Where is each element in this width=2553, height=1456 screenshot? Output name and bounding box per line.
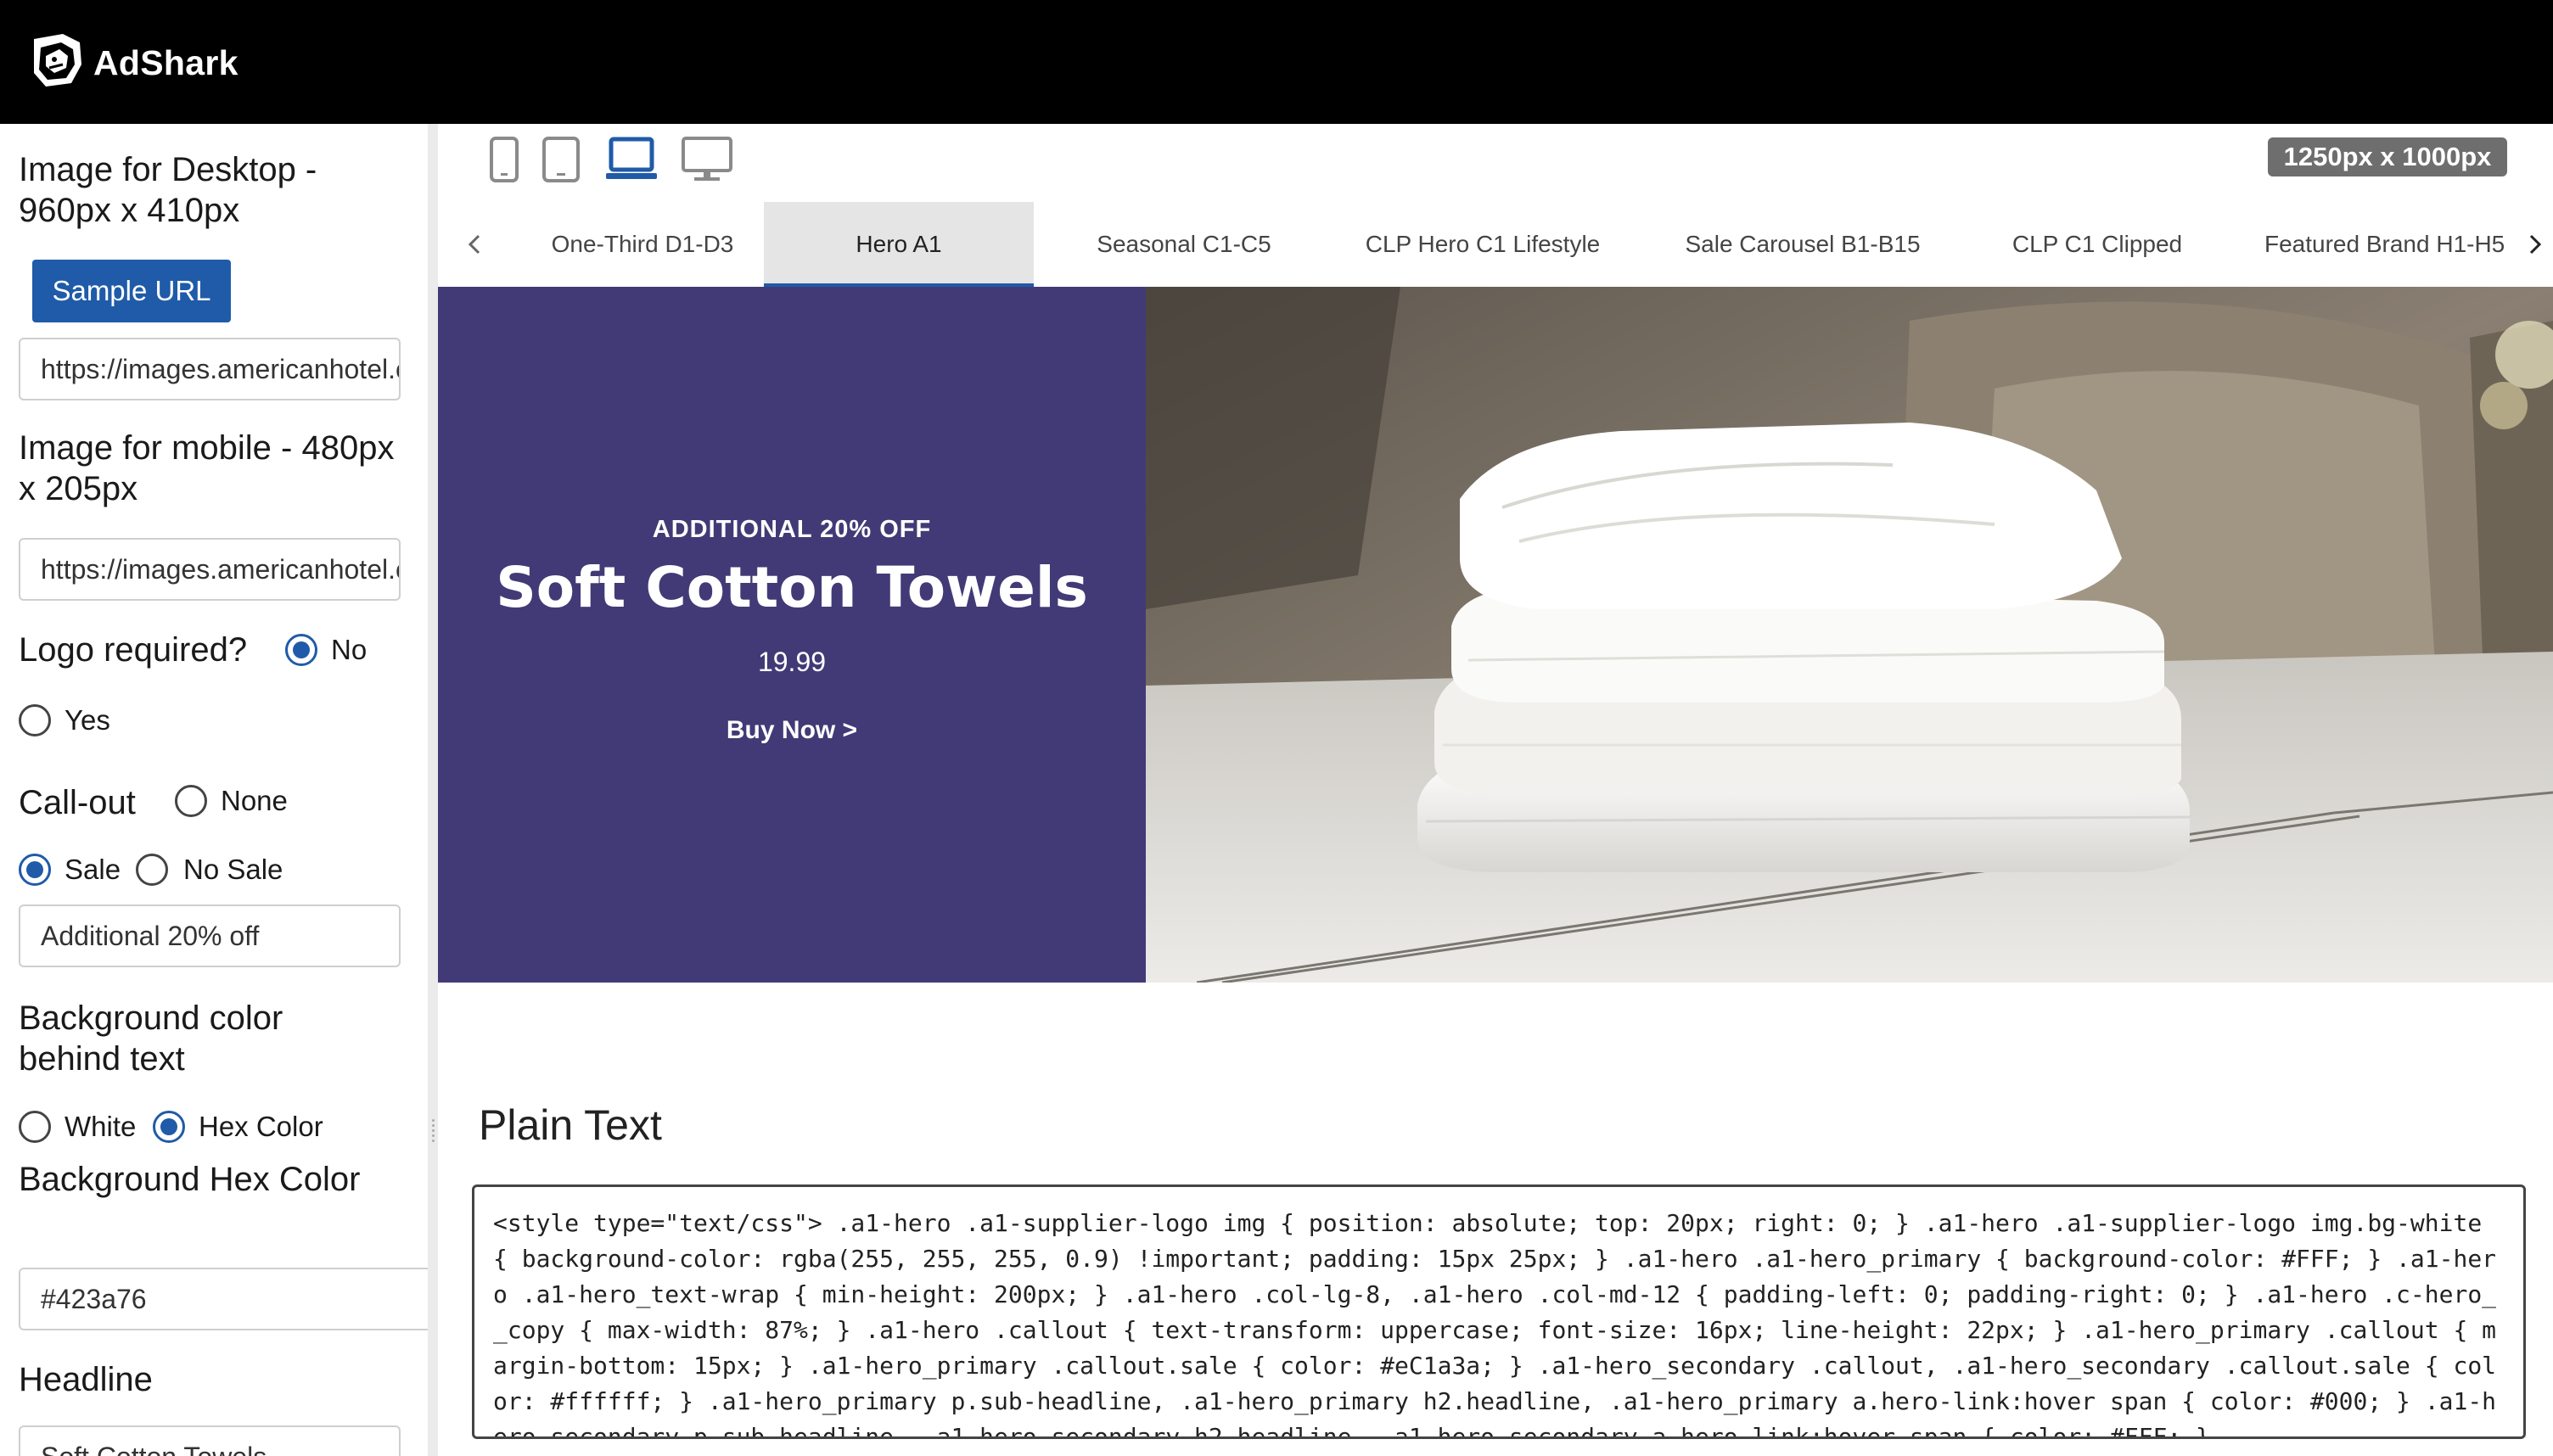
callout-label: Call-out [19, 784, 136, 821]
callout-none-label: None [221, 785, 288, 816]
headline-label: Headline [19, 1361, 153, 1398]
callout-text-input[interactable]: Additional 20% off [19, 904, 401, 967]
banner-text-panel: ADDITIONAL 20% OFF Soft Cotton Towels 19… [438, 287, 1146, 983]
bg-white-radio[interactable] [19, 1111, 51, 1143]
sample-url-button[interactable]: Sample URL [32, 260, 231, 322]
tab-one-third[interactable]: One-Third D1-D3 [519, 202, 766, 287]
tab-sale-carousel[interactable]: Sale Carousel B1-B15 [1658, 202, 1947, 287]
bg-hex-input[interactable]: #423a76 [19, 1268, 428, 1330]
resize-handle[interactable] [429, 1117, 436, 1168]
plain-text-code: <style type="text/css"> .a1-hero .a1-sup… [493, 1209, 2497, 1439]
banner-headline: Soft Cotton Towels [496, 555, 1088, 620]
banner-price: 19.99 [757, 647, 827, 677]
buy-now-link[interactable]: Buy Now > [438, 716, 1146, 745]
shark-logo-icon [34, 34, 81, 87]
hero-banner-preview: ADDITIONAL 20% OFF Soft Cotton Towels 19… [438, 287, 2553, 983]
chevron-left-icon[interactable] [458, 226, 492, 263]
bg-color-label: Background color behind text [19, 1000, 283, 1078]
bg-hex-radio[interactable] [153, 1111, 185, 1143]
banner-callout: ADDITIONAL 20% OFF [652, 516, 932, 543]
tab-clp-clipped[interactable]: CLP C1 Clipped [1974, 202, 2220, 287]
plain-text-code-box[interactable]: <style type="text/css"> .a1-hero .a1-sup… [472, 1184, 2526, 1439]
desktop-image-label: Image for Desktop - 960px x 410px [19, 151, 317, 229]
tab-seasonal[interactable]: Seasonal C1-C5 [1069, 202, 1299, 287]
towels-photo [1146, 287, 2553, 983]
bg-hex-label: Background Hex Color [19, 1161, 361, 1198]
tab-featured-brand[interactable]: Featured Brand H1-H5 [2254, 202, 2509, 287]
viewport-size-badge: 1250px x 1000px [2268, 137, 2507, 176]
plain-text-heading: Plain Text [479, 1101, 662, 1149]
logo-no-radio[interactable] [285, 634, 317, 666]
logo-yes-label: Yes [65, 704, 110, 736]
callout-sale-radio[interactable] [19, 854, 51, 886]
callout-sale-label: Sale [65, 854, 121, 885]
chevron-right-icon[interactable] [2517, 226, 2551, 263]
bg-white-label: White [65, 1111, 137, 1142]
callout-no-sale-label: No Sale [183, 854, 283, 885]
phone-icon[interactable] [489, 136, 519, 183]
app-header: AdShark [0, 0, 2553, 124]
logo-yes-radio[interactable] [19, 704, 51, 736]
tab-clp-hero-lifestyle[interactable]: CLP Hero C1 Lifestyle [1334, 202, 1631, 287]
app-name: AdShark [93, 43, 238, 82]
mobile-image-label: Image for mobile - 480px x 205px [19, 429, 395, 507]
logo-no-label: No [331, 634, 368, 665]
template-tabs: One-Third D1-D3 Hero A1 Seasonal C1-C5 C… [438, 202, 2553, 287]
tab-hero-a1[interactable]: Hero A1 [764, 202, 1034, 287]
desktop-icon[interactable] [681, 136, 733, 183]
tablet-icon[interactable] [541, 136, 581, 183]
callout-none-radio[interactable] [175, 785, 207, 817]
headline-input[interactable]: Soft Cotton Towels [19, 1425, 401, 1456]
logo-required-label: Logo required? [19, 631, 248, 669]
callout-no-sale-radio[interactable] [136, 854, 168, 886]
desktop-image-url-input[interactable]: https://images.americanhotel.com/images/… [19, 338, 401, 400]
panel-divider[interactable] [428, 124, 438, 1456]
mobile-image-url-input[interactable]: https://images.americanhotel.com/images/… [19, 538, 401, 601]
sidebar: Image for Desktop - 960px x 410px Sample… [0, 124, 428, 1456]
laptop-icon[interactable] [604, 136, 659, 183]
bg-hex-option-label: Hex Color [199, 1111, 323, 1142]
